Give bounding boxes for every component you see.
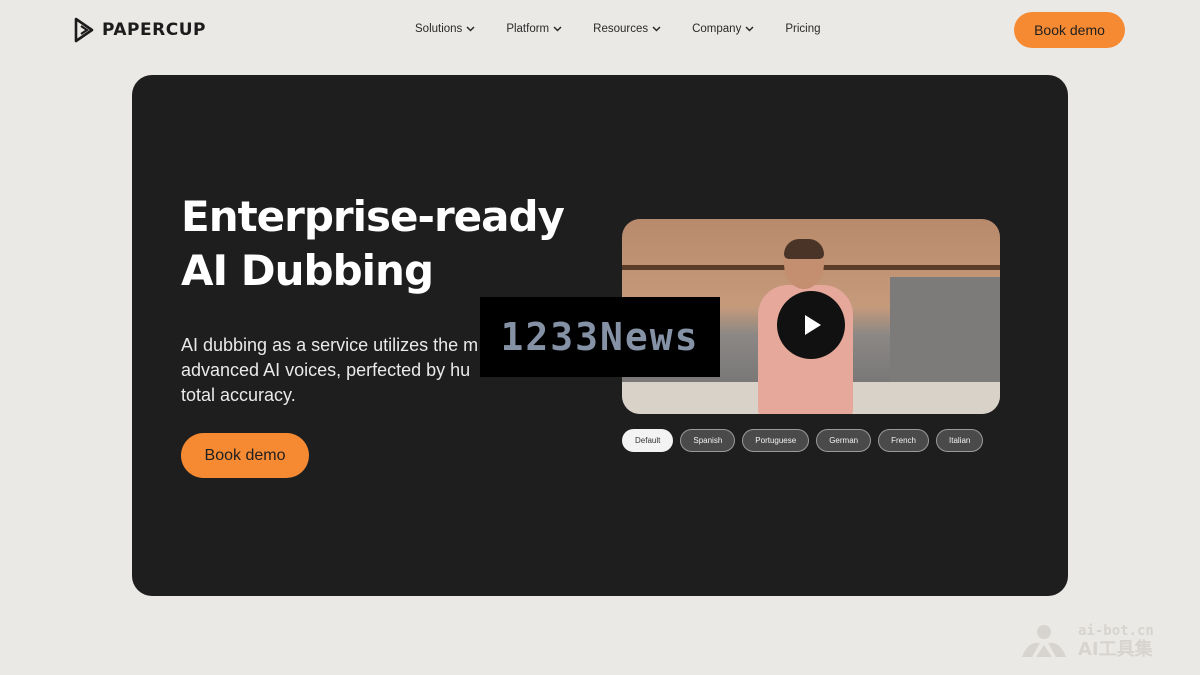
- play-button[interactable]: [777, 291, 845, 359]
- nav-label: Pricing: [785, 23, 821, 35]
- chevron-down-icon: [652, 26, 661, 32]
- language-pill-german[interactable]: German: [816, 429, 872, 452]
- nav-label: Company: [692, 23, 742, 35]
- corner-watermark: ai-bot.cn AI工具集: [1018, 620, 1188, 662]
- news-watermark-text: 1233News: [500, 315, 700, 359]
- chevron-down-icon: [745, 26, 754, 32]
- hero-title-line: Enterprise-ready: [181, 192, 565, 241]
- chevron-down-icon: [553, 26, 562, 32]
- play-icon: [805, 315, 821, 335]
- nav-item-company[interactable]: Company: [692, 23, 754, 35]
- language-pill-french[interactable]: French: [878, 429, 930, 452]
- hero-title-line: AI Dubbing: [181, 246, 434, 295]
- nav-item-solutions[interactable]: Solutions: [415, 23, 475, 35]
- nav-label: Platform: [506, 23, 550, 35]
- chef-hair: [784, 239, 824, 259]
- news-watermark: 1233News: [480, 297, 720, 377]
- language-selector: Default Spanish Portuguese German French…: [622, 429, 984, 452]
- site-header: PAPERCUP Solutions Platform Resources Co…: [0, 0, 1200, 60]
- corner-url: ai-bot.cn: [1078, 622, 1154, 639]
- corner-name: AI工具集: [1078, 638, 1153, 660]
- corner-watermark-text: ai-bot.cn AI工具集: [1078, 624, 1154, 659]
- papercup-logo[interactable]: PAPERCUP: [74, 16, 206, 44]
- hero-book-demo-button[interactable]: Book demo: [181, 433, 309, 478]
- nav-label: Resources: [593, 23, 649, 35]
- chevron-down-icon: [466, 26, 475, 32]
- main-nav: Solutions Platform Resources Company Pri…: [415, 20, 820, 38]
- logo-text: PAPERCUP: [102, 20, 206, 40]
- language-pill-spanish[interactable]: Spanish: [680, 429, 736, 452]
- language-pill-italian[interactable]: Italian: [936, 429, 984, 452]
- nav-item-resources[interactable]: Resources: [593, 23, 661, 35]
- nav-label: Solutions: [415, 23, 463, 35]
- ai-bot-logo-icon: [1022, 625, 1066, 657]
- book-demo-button[interactable]: Book demo: [1014, 12, 1125, 48]
- language-pill-default[interactable]: Default: [622, 429, 674, 452]
- hero-desc-line: total accuracy.: [181, 385, 296, 405]
- hero-title: Enterprise-ready AI Dubbing: [181, 190, 601, 298]
- nav-item-pricing[interactable]: Pricing: [785, 23, 820, 35]
- nav-item-platform[interactable]: Platform: [506, 23, 562, 35]
- papercup-logo-icon: [74, 17, 94, 43]
- language-pill-portuguese[interactable]: Portuguese: [742, 429, 810, 452]
